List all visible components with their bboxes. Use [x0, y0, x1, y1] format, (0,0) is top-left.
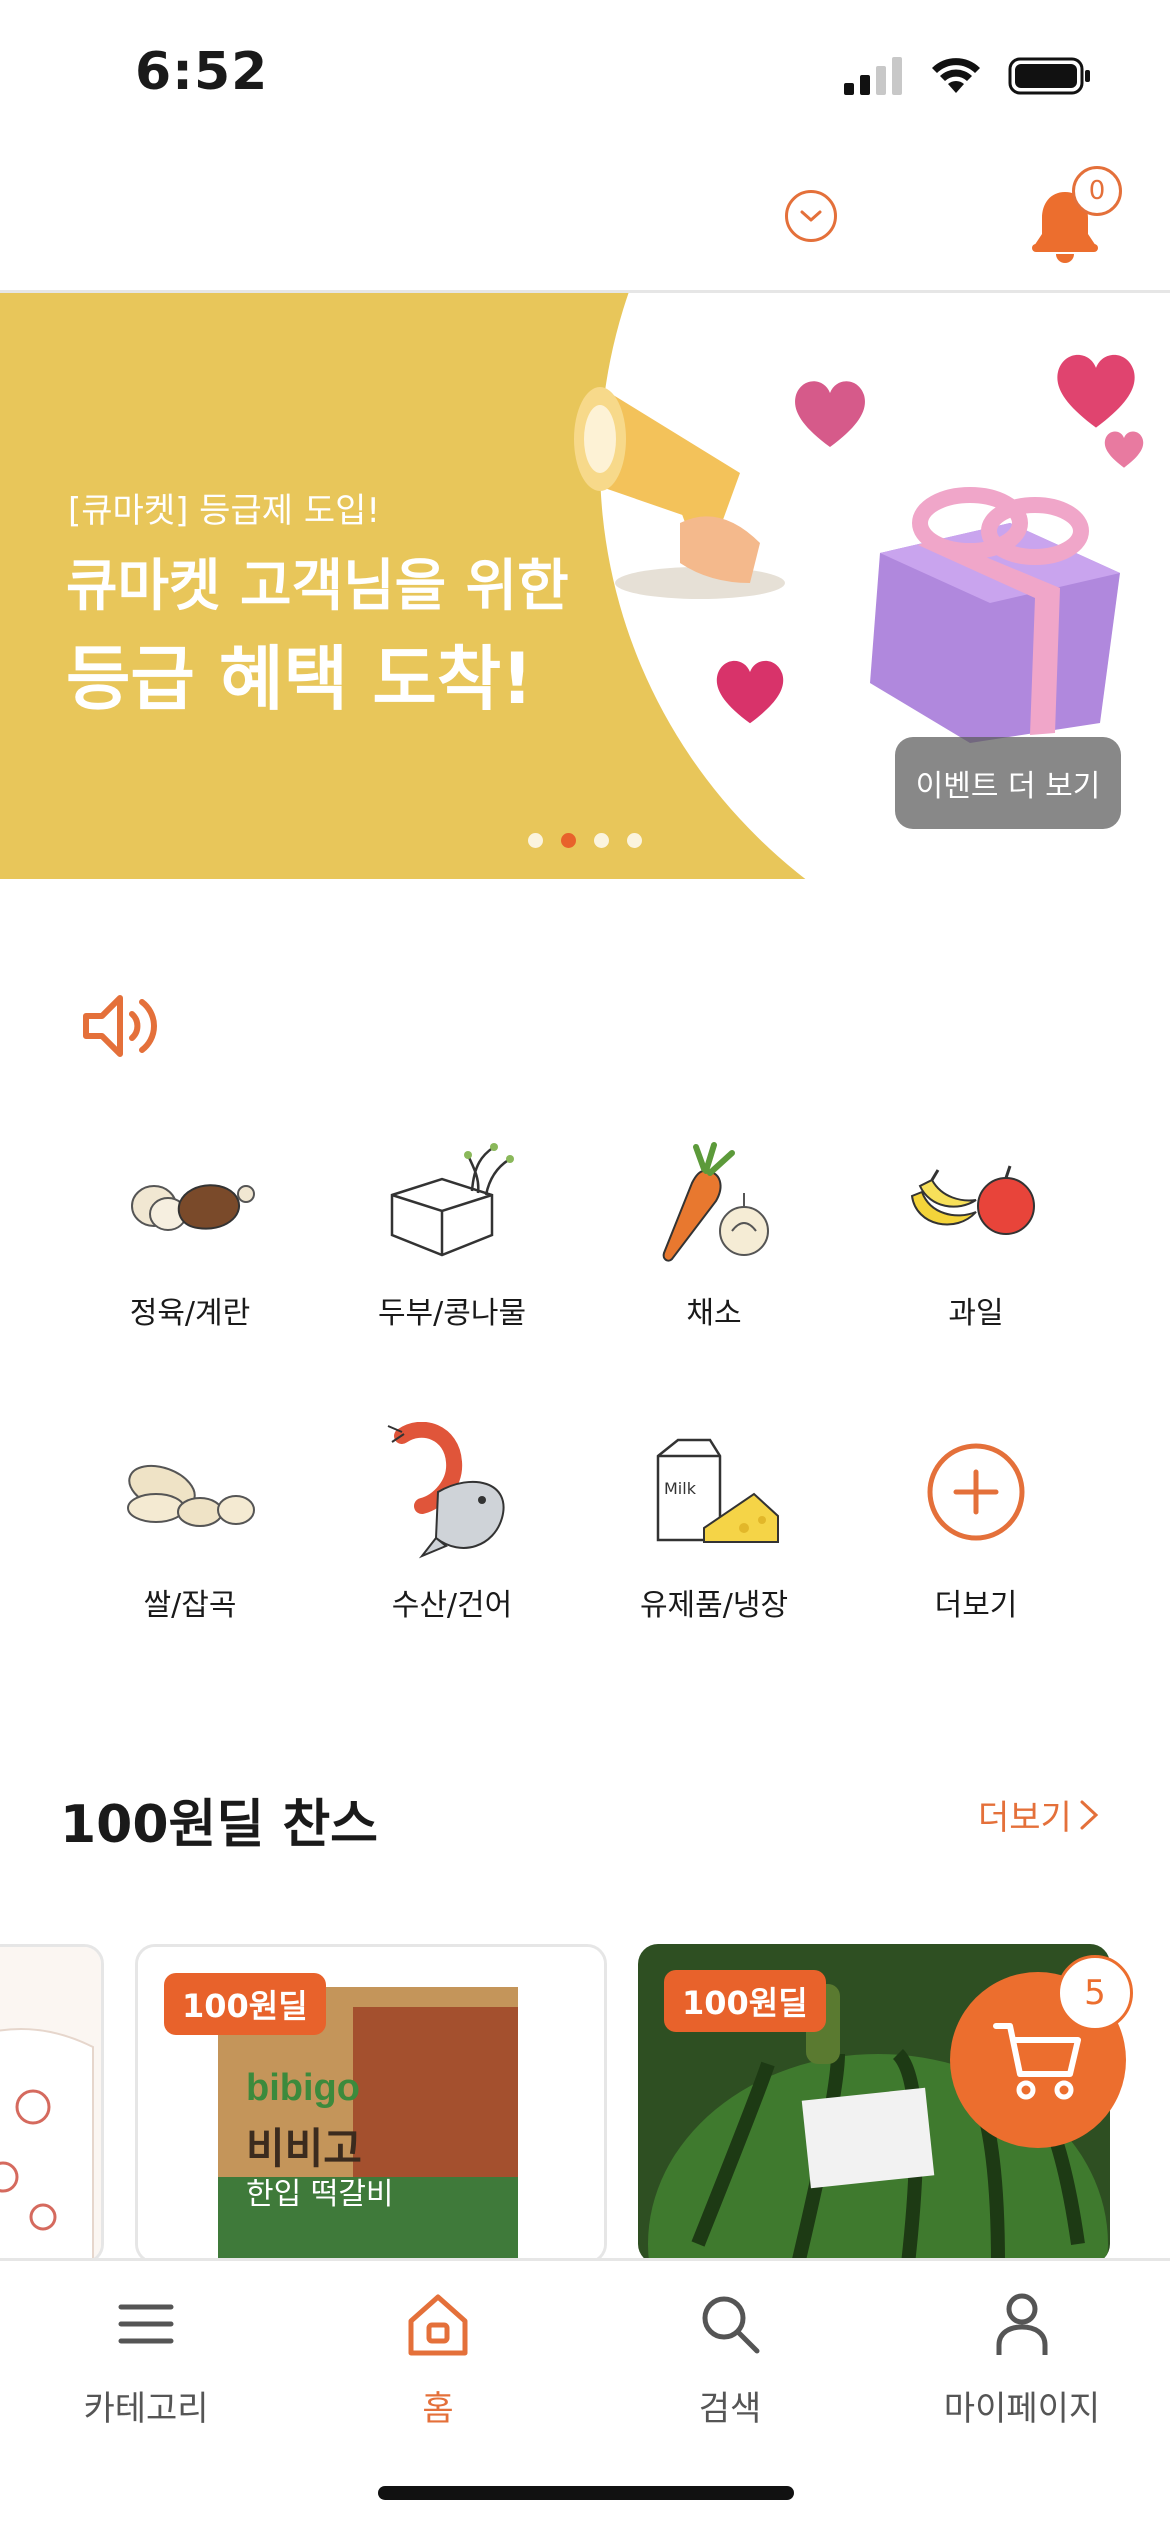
deal-more-link[interactable]: 더보기 [978, 1790, 1100, 1839]
person-icon [996, 2293, 1048, 2355]
status-time: 6:52 [135, 42, 269, 102]
pagination-dot-active[interactable] [561, 833, 576, 848]
product-card[interactable]: 100원딜 bibigo 비비고 한입 떡갈비 [135, 1944, 607, 2264]
nav-label: 카테고리 [83, 2389, 209, 2429]
nav-label: 홈 [422, 2389, 454, 2429]
seafood-icon [382, 1422, 522, 1562]
heart-icon [716, 660, 784, 724]
app-header: 0 [0, 140, 1170, 293]
home-indicator [378, 2486, 794, 2500]
home-icon [408, 2294, 468, 2356]
chevron-down-button[interactable] [785, 190, 837, 242]
megaphone-illustration [574, 387, 785, 599]
category-label: 두부/콩나물 [377, 1296, 527, 1331]
category-tofu-sprout[interactable]: 두부/콩나물 [322, 1130, 582, 1360]
battery-icon [1008, 57, 1090, 95]
category-label: 정육/계란 [129, 1296, 251, 1331]
notification-button[interactable]: 0 [1030, 166, 1130, 266]
pagination-dot[interactable] [627, 833, 642, 848]
category-vegetable[interactable]: 채소 [584, 1130, 844, 1360]
gift-box-illustration [870, 487, 1120, 743]
nav-item-search[interactable]: 검색 [584, 2281, 876, 2441]
product-name-text: 비비고 [246, 2124, 362, 2173]
pagination-dot[interactable] [528, 833, 543, 848]
category-label: 유제품/냉장 [639, 1588, 789, 1623]
meat-egg-icon [120, 1130, 260, 1270]
search-icon [702, 2296, 760, 2354]
product-sub-text: 한입 떡갈비 [246, 2177, 394, 2212]
fruit-icon [906, 1130, 1046, 1270]
category-seafood[interactable]: 수산/건어 [322, 1422, 582, 1652]
banner-subtitle: [큐마켓] 등급제 도입! [68, 491, 381, 531]
heart-icon [795, 381, 865, 447]
category-dairy[interactable]: Milk 유제품/냉장 [584, 1422, 844, 1652]
tofu-sprout-icon [382, 1130, 522, 1270]
plus-circle-icon [906, 1422, 1046, 1562]
category-grain[interactable]: 쌀/잡곡 [60, 1422, 320, 1652]
status-icons [844, 56, 1092, 96]
category-more[interactable]: 더보기 [846, 1422, 1106, 1652]
category-meat-egg[interactable]: 정육/계란 [60, 1130, 320, 1360]
nav-item-home[interactable]: 홈 [292, 2281, 584, 2441]
product-brand-text: bibigo [246, 2067, 360, 2109]
signal-icon [844, 57, 902, 95]
banner-title-line2: 등급 혜택 도착! [66, 638, 534, 720]
vegetable-icon [644, 1130, 784, 1270]
menu-icon [118, 2304, 174, 2344]
category-label: 쌀/잡곡 [143, 1588, 237, 1623]
nav-label: 마이페이지 [943, 2389, 1101, 2429]
chevron-right-icon [1080, 1800, 1099, 1829]
heart-icon [1104, 431, 1144, 468]
wifi-icon [932, 58, 980, 93]
heart-icon [1057, 354, 1135, 428]
nav-label: 검색 [698, 2389, 762, 2429]
category-label: 수산/건어 [391, 1588, 513, 1623]
deal-section-title: 100원딜 찬스 [60, 1795, 379, 1855]
event-more-button[interactable]: 이벤트 더 보기 [895, 737, 1121, 829]
cart-count-badge: 5 [1057, 1955, 1133, 2031]
product-card[interactable] [0, 1944, 104, 2264]
deal-badge: 100원딜 [164, 1973, 326, 2035]
promo-banner[interactable]: [큐마켓] 등급제 도입! 큐마켓 고객님을 위한 등급 혜택 도착! 이벤트 … [0, 293, 1170, 879]
notification-badge: 0 [1072, 166, 1122, 216]
category-label: 과일 [948, 1296, 1004, 1331]
pagination-dot[interactable] [594, 833, 609, 848]
nav-item-category[interactable]: 카테고리 [0, 2281, 292, 2441]
speaker-icon[interactable] [80, 990, 160, 1062]
deal-more-label: 더보기 [978, 1798, 1072, 1838]
category-label: 더보기 [934, 1588, 1018, 1623]
category-fruit[interactable]: 과일 [846, 1130, 1106, 1360]
chevron-down-icon [800, 210, 822, 222]
cart-icon [993, 2023, 1081, 2100]
banner-pagination [528, 833, 642, 848]
grain-icon [120, 1422, 260, 1562]
deal-badge: 100원딜 [664, 1970, 826, 2032]
banner-title-line1: 큐마켓 고객님을 위한 [66, 554, 569, 619]
dairy-icon: Milk [644, 1422, 784, 1562]
product-image [0, 1947, 101, 2261]
category-label: 채소 [686, 1296, 742, 1331]
status-bar: 6:52 [0, 0, 1170, 140]
svg-text:Milk: Milk [664, 1479, 697, 1498]
nav-item-mypage[interactable]: 마이페이지 [876, 2281, 1168, 2441]
